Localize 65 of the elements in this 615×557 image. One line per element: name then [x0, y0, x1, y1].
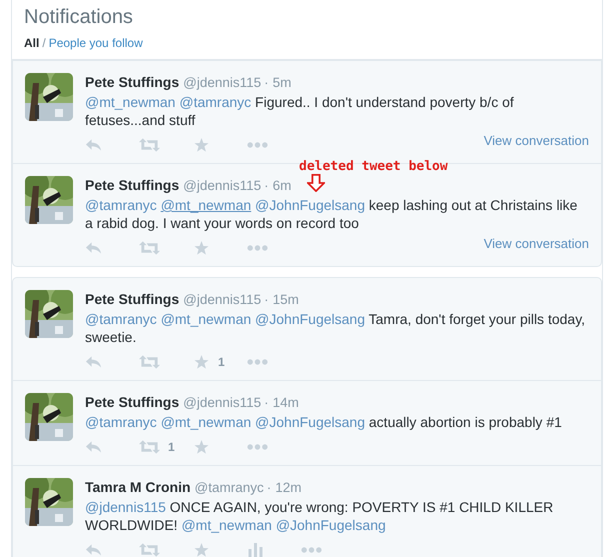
tweet-time[interactable]: 12m: [275, 480, 302, 495]
reply-icon[interactable]: [85, 440, 102, 454]
tweet-text: @tamranyc @mt_newman @JohnFugelsang actually abortion is probably #1: [85, 413, 563, 431]
author-handle[interactable]: @jdennis115: [183, 75, 262, 90]
action-count: 1: [218, 355, 225, 369]
down-arrow-icon: [307, 174, 325, 192]
star-icon[interactable]: [193, 241, 210, 255]
view-conversation-link[interactable]: View conversation: [484, 132, 589, 148]
tweet-time[interactable]: 5m: [272, 75, 292, 90]
mention-link[interactable]: @mt_newman: [160, 311, 252, 327]
author-handle[interactable]: @tamranyc: [194, 480, 264, 495]
mention-link[interactable]: @mt_newman: [160, 414, 252, 430]
author-name[interactable]: Pete Stuffings: [85, 291, 180, 307]
tweet-text: @tamranyc @mt_newman @JohnFugelsang keep lashing out at Christains like a rabid dog. I want your words on record too: [85, 196, 578, 232]
retweet-icon[interactable]: [139, 543, 160, 557]
tweet-time[interactable]: 15m: [272, 292, 299, 307]
star-icon[interactable]: [193, 543, 210, 557]
star-icon[interactable]: [193, 440, 210, 454]
author-handle[interactable]: @jdennis115: [183, 395, 262, 410]
separator-dot: ·: [264, 292, 269, 307]
action-count: 1: [168, 440, 175, 454]
author-name[interactable]: Pete Stuffings: [85, 177, 180, 193]
annotation-text: deleted tweet below: [299, 160, 448, 174]
star-icon[interactable]: [193, 138, 210, 152]
bar-chart-icon[interactable]: [247, 543, 264, 557]
separator-dot: ·: [264, 178, 269, 193]
reply-icon[interactable]: [85, 355, 102, 369]
mention-link[interactable]: @JohnFugelsang: [276, 517, 386, 533]
mention-link[interactable]: @jdennis115: [85, 499, 166, 515]
page-title: Notifications: [24, 5, 134, 30]
mention-link[interactable]: @tamranyc: [179, 94, 252, 110]
mention-link[interactable]: @JohnFugelsang: [255, 414, 365, 430]
tweet-text: @tamranyc @mt_newman @JohnFugelsang Tamra, don't forget your pills today, sweetie.: [85, 310, 586, 346]
mention-link[interactable]: @mt_newman: [85, 94, 176, 110]
separator-dot: ·: [264, 395, 269, 410]
author-name[interactable]: Tamra M Cronin: [85, 479, 191, 495]
author-name[interactable]: Pete Stuffings: [85, 74, 180, 90]
separator-slash: /: [42, 36, 46, 50]
mention-link[interactable]: @tamranyc: [85, 414, 157, 430]
retweet-icon[interactable]: [139, 440, 160, 454]
mention-link[interactable]: @tamranyc: [85, 311, 157, 327]
mention-link[interactable]: @mt_newman: [181, 517, 272, 533]
mention-link[interactable]: @mt_newman: [160, 197, 252, 213]
filter-link[interactable]: All: [24, 36, 40, 50]
star-icon[interactable]: [193, 355, 210, 369]
tweet-text: @jdennis115 ONCE AGAIN, you're wrong: POVERTY IS #1 CHILD KILLER WORLDWIDE! @mt_newman @JohnFugelsang: [85, 498, 554, 534]
filter-link[interactable]: People you follow: [48, 36, 143, 50]
separator-dot: ·: [266, 480, 272, 495]
mention-link[interactable]: @JohnFugelsang: [255, 197, 365, 213]
tweet-time[interactable]: 14m: [272, 395, 299, 410]
mention-link[interactable]: @JohnFugelsang: [255, 311, 365, 327]
reply-icon[interactable]: [85, 241, 102, 255]
retweet-icon[interactable]: [139, 241, 160, 255]
author-name[interactable]: Pete Stuffings: [85, 394, 180, 410]
tweet-text: @mt_newman @tamranyc Figured.. I don't understand poverty b/c of fetuses...and stuff: [85, 93, 515, 129]
retweet-icon[interactable]: [139, 355, 160, 369]
tweet-time[interactable]: 6m: [272, 178, 292, 193]
view-conversation-link[interactable]: View conversation: [484, 236, 589, 250]
author-handle[interactable]: @jdennis115: [183, 292, 262, 307]
reply-icon[interactable]: [85, 138, 102, 152]
reply-icon[interactable]: [85, 543, 102, 557]
separator-dot: ·: [264, 75, 269, 90]
retweet-icon[interactable]: [139, 138, 160, 152]
mention-link[interactable]: @tamranyc: [85, 197, 157, 213]
author-handle[interactable]: @jdennis115: [183, 178, 262, 193]
